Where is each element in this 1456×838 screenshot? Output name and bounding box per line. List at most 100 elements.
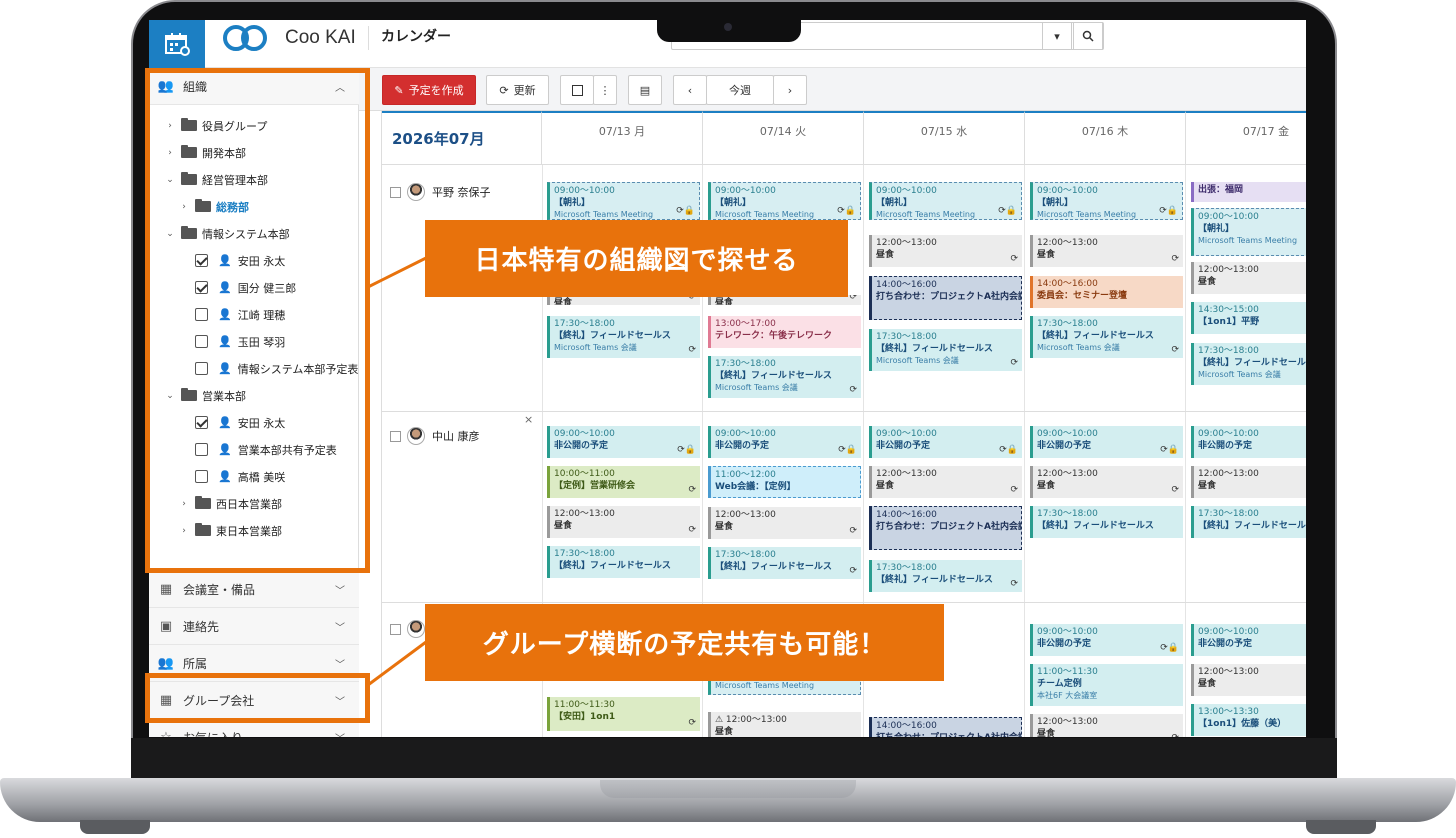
calendar-event[interactable]: 09:00〜10:00 【朝礼】 Microsoft Teams Meeting ⟳🔒 <box>708 182 861 220</box>
calendar-app-icon[interactable] <box>149 20 205 68</box>
calendar-event[interactable]: 09:00〜10:00 【朝礼】 Microsoft Teams Meeting ⟳🔒 <box>869 182 1022 220</box>
calendar-event[interactable]: 17:30〜18:00 【終礼】フィールドセールス <box>1191 506 1306 538</box>
person-name: 平野 奈保子 <box>432 186 491 199</box>
calendar-event[interactable]: 12:00〜13:00 昼食 ⟳ <box>1030 235 1183 267</box>
calendar-event[interactable]: 12:00〜13:00 昼食 ⟳ <box>1030 466 1183 498</box>
event-title: 昼食 <box>715 298 734 305</box>
person-checkbox[interactable] <box>390 186 401 198</box>
calendar-event[interactable]: 17:30〜18:00 【終礼】フィールドセールス ⟳ <box>708 547 861 579</box>
event-title: チーム定例 <box>1037 679 1082 689</box>
calendar-event[interactable]: 09:00〜10:00 非公開の予定 <box>1191 426 1306 458</box>
calendar-event[interactable]: 17:30〜18:00 【終礼】フィールドセールス <box>547 546 700 578</box>
event-title: 【1on1】佐藤（美） <box>1198 719 1287 729</box>
calendar-event[interactable]: 14:00〜16:00打ち合わせ：プロジェクトA社内会議 <box>869 276 1022 320</box>
repeat-lock-icon: ⟳ <box>688 525 696 535</box>
event-title: 昼食 <box>1037 729 1056 737</box>
calendar-event[interactable]: 09:00〜10:00 【朝礼】 Microsoft Teams Meeting ⟳🔒 <box>1030 182 1183 220</box>
day-header[interactable]: 07/15 水 <box>864 111 1025 165</box>
calendar-event[interactable]: 13:00〜13:30 【1on1】佐藤（美） <box>1191 704 1306 736</box>
callout-org-search: 日本特有の組織図で探せる <box>425 220 848 297</box>
chevron-down-icon: ﹀ <box>335 622 345 634</box>
calendar-event[interactable]: 12:00〜13:00 昼食 ⟳ <box>708 507 861 539</box>
building-icon: ▦ <box>159 581 173 597</box>
calendar-event[interactable]: 14:00〜16:00打ち合わせ：プロジェクトA社内会議 <box>869 506 1022 550</box>
person-row-header[interactable]: 中山 康彦 <box>390 427 480 445</box>
repeat-lock-icon: ⟳ <box>1010 579 1018 589</box>
calendar-event[interactable]: 17:30〜18:00 【終礼】フィールドセールス ⟳ <box>869 560 1022 592</box>
repeat-lock-icon: ⟳ <box>688 485 696 495</box>
calendar-event[interactable]: 12:00〜13:00 昼食 ⟳ <box>869 466 1022 498</box>
event-time: 17:30〜18:00 <box>554 319 615 329</box>
repeat-lock-icon: ⟳ <box>1171 485 1179 495</box>
calendar-event[interactable]: 09:00〜10:00 非公開の予定 ⟳🔒 <box>1030 426 1183 458</box>
search-dropdown-button[interactable]: ▾ <box>1042 22 1072 50</box>
calendar-event[interactable]: 14:30〜15:00 【1on1】平野 <box>1191 302 1306 334</box>
search-button[interactable] <box>1073 22 1103 50</box>
next-week-button[interactable]: › <box>773 75 807 105</box>
person-row-header[interactable]: 平野 奈保子 <box>390 183 491 201</box>
avatar <box>407 183 425 201</box>
event-title: Web会議：【定例】 <box>715 482 796 492</box>
calendar-event[interactable]: 出張：福岡 <box>1191 182 1306 202</box>
day-header[interactable]: 07/13 月 <box>542 111 703 165</box>
event-title: 打ち合わせ：プロジェクトA社内会議 <box>876 732 1021 737</box>
calendar-event[interactable]: 11:00〜11:30 【安田】1on1 ⟳ <box>547 697 700 731</box>
calendar-event[interactable]: 17:30〜18:00 【終礼】フィールドセールス <box>1030 506 1183 538</box>
event-title: 打ち合わせ：プロジェクトA社内会議 <box>876 292 1022 302</box>
calendar-event[interactable]: 17:30〜18:00 【終礼】フィールドセールス Microsoft Teams … <box>1030 316 1183 358</box>
calendar-event[interactable]: 09:00〜10:00 非公開の予定 <box>1191 624 1306 656</box>
section-1[interactable]: ▣ 連絡先 ﹀ <box>149 608 359 645</box>
calendar-event[interactable]: ⚠ 12:00〜13:00 昼食 <box>708 712 861 737</box>
calendar-event[interactable]: 12:00〜13:00 昼食 ⟳ <box>1030 714 1183 737</box>
repeat-lock-icon: ⟳ <box>1010 254 1018 264</box>
calendar-event[interactable]: 17:30〜18:00 【終礼】フィールドセールス Microsoft Teams … <box>547 316 700 358</box>
calendar-event[interactable]: 17:30〜18:00 【終礼】フィールドセールス Microsoft Teams … <box>708 356 861 398</box>
event-time: 09:00〜10:00 <box>715 429 776 439</box>
view-toggle-button[interactable] <box>560 75 594 105</box>
calendar-event[interactable]: 09:00〜10:00 非公開の予定 ⟳🔒 <box>1030 624 1183 656</box>
day-header[interactable]: 07/17 金 <box>1186 111 1306 165</box>
day-header[interactable]: 07/14 火 <box>703 111 864 165</box>
search-icon <box>1082 30 1094 42</box>
calendar-event[interactable]: 11:00〜11:30 チーム定例 本社6F 大会議室 <box>1030 664 1183 706</box>
calendar-event[interactable]: 11:00〜12:00 Web会議：【定例】 <box>708 466 861 498</box>
calendar-event[interactable]: 12:00〜13:00 昼食 <box>1191 466 1306 498</box>
close-icon[interactable]: × <box>524 413 533 426</box>
date-picker-button[interactable]: ▤ <box>628 75 662 105</box>
more-menu-button[interactable]: ⋮ <box>593 75 617 105</box>
calendar-event[interactable]: 09:00〜10:00 非公開の予定 ⟳🔒 <box>547 426 700 458</box>
create-event-button[interactable]: ✎ 予定を作成 <box>382 75 476 105</box>
calendar-event[interactable]: 13:00〜17:00 テレワーク：午後テレワーク <box>708 316 861 348</box>
person-checkbox[interactable] <box>390 430 401 442</box>
event-subtitle: 本社6F 大会議室 <box>1037 691 1098 700</box>
event-time: 12:00〜13:00 <box>715 510 776 520</box>
calendar-event[interactable]: 12:00〜13:00 昼食 <box>1191 262 1306 294</box>
calendar-event[interactable]: 12:00〜13:00 昼食 <box>1191 664 1306 696</box>
camera-icon <box>724 23 732 31</box>
calendar-event[interactable]: 17:30〜18:00 【終礼】フィールドセールス Microsoft Teams … <box>869 329 1022 371</box>
calendar-event[interactable]: 09:00〜10:00 【朝礼】 Microsoft Teams Meeting ⟳🔒 <box>547 182 700 220</box>
calendar-event[interactable]: 09:00〜10:00 非公開の予定 ⟳🔒 <box>708 426 861 458</box>
event-time: 12:00〜13:00 <box>1037 469 1098 479</box>
calendar-event[interactable]: 12:00〜13:00 昼食 ⟳ <box>547 506 700 538</box>
person-checkbox[interactable] <box>390 623 401 635</box>
refresh-button[interactable]: ⟳ 更新 <box>486 75 549 105</box>
calendar-event[interactable]: 14:00〜16:00 委員会：セミナー登壇 <box>1030 276 1183 308</box>
calendar-event[interactable]: 17:30〜18:00 【終礼】フィールドセールス Microsoft Teams … <box>1191 343 1306 385</box>
calendar-event[interactable]: 12:00〜13:00 昼食 ⟳ <box>869 235 1022 267</box>
this-week-button[interactable]: 今週 <box>706 75 774 105</box>
calendar-event[interactable]: 09:00〜10:00 【朝礼】 Microsoft Teams Meeting <box>1191 208 1306 256</box>
event-title: 昼食 <box>1037 481 1056 491</box>
event-time: 12:00〜13:00 <box>1198 667 1259 677</box>
event-title: 昼食 <box>554 298 573 305</box>
calendar-event[interactable]: 09:00〜10:00 非公開の予定 ⟳🔒 <box>869 426 1022 458</box>
prev-week-button[interactable]: ‹ <box>673 75 707 105</box>
repeat-lock-icon: ⟳🔒 <box>1160 445 1179 455</box>
repeat-lock-icon: ⟳🔒 <box>838 445 857 455</box>
section-0[interactable]: ▦ 会議室・備品 ﹀ <box>149 571 359 608</box>
calendar-event[interactable]: 14:00〜16:00打ち合わせ：プロジェクトA社内会議 <box>869 717 1022 737</box>
repeat-lock-icon: ⟳ <box>849 566 857 576</box>
calendar-event[interactable]: 10:00〜11:00 【定例】営業研修会 ⟳ <box>547 466 700 498</box>
day-header[interactable]: 07/16 木 <box>1025 111 1186 165</box>
day-column-line <box>1185 165 1186 737</box>
